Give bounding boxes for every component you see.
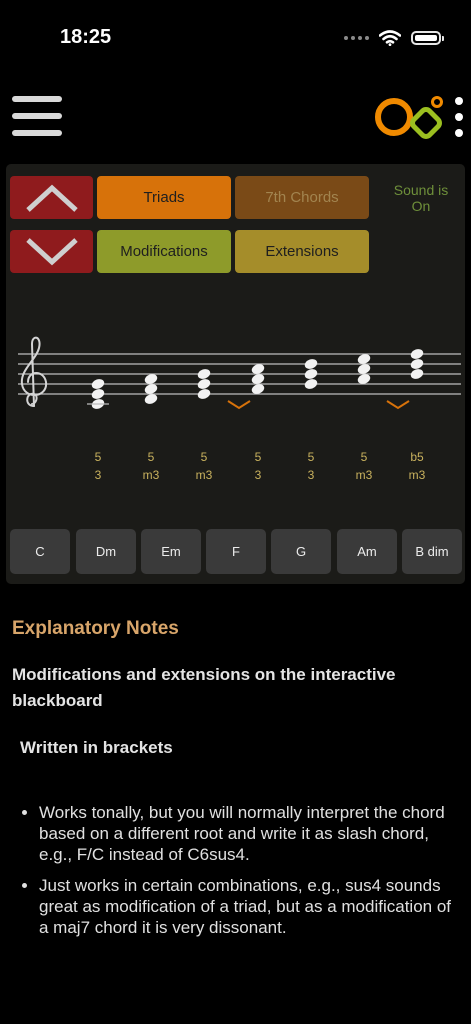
status-time: 18:25 xyxy=(60,26,112,48)
note-head xyxy=(410,359,424,369)
notes-subtitle: Modifications and extensions on the inte… xyxy=(12,665,396,710)
battery-icon xyxy=(411,31,444,45)
chord-notes[interactable] xyxy=(196,367,211,400)
interval-third: 3 xyxy=(307,468,315,482)
interval-label: 5 m3 xyxy=(131,448,171,484)
chord-notes[interactable] xyxy=(143,372,158,405)
note-head xyxy=(304,359,318,369)
note-head xyxy=(410,369,424,379)
note-head xyxy=(304,369,318,379)
status-bar: 18:25 xyxy=(0,0,471,70)
chord-button[interactable]: F xyxy=(206,529,266,574)
hamburger-menu-icon[interactable] xyxy=(12,96,64,138)
interval-label: 53 xyxy=(78,448,118,484)
interval-third: 3 xyxy=(94,468,102,482)
interval-label: 5 m3 xyxy=(184,448,224,484)
interval-fifth: 5 xyxy=(360,450,368,464)
interval-third: m3 xyxy=(195,468,213,482)
interval-fifth: 5 xyxy=(200,450,208,464)
chord-button[interactable]: B dim xyxy=(402,529,462,574)
interval-label: 53 xyxy=(238,448,278,484)
chord-notes[interactable] xyxy=(250,362,265,395)
interval-fifth: 5 xyxy=(94,450,102,464)
chord-notes[interactable] xyxy=(356,352,371,385)
treble-clef-icon xyxy=(20,336,48,407)
interval-label: 53 xyxy=(291,448,331,484)
note-head xyxy=(197,369,211,379)
chord-button[interactable]: Em xyxy=(141,529,201,574)
chord-notes[interactable] xyxy=(409,347,424,380)
interval-fifth: 5 xyxy=(307,450,315,464)
interval-label: b5 m3 xyxy=(397,448,437,484)
interval-label: 5 m3 xyxy=(344,448,384,484)
note-head xyxy=(197,379,211,389)
staff-lines xyxy=(18,353,461,395)
list-item: Works tonally, but you will normally int… xyxy=(39,802,465,865)
note-head xyxy=(91,389,105,399)
chord-button[interactable]: Dm xyxy=(76,529,136,574)
interactive-blackboard: Triads 7th Chords Modifications Extensio… xyxy=(6,164,465,584)
interval-third: m3 xyxy=(355,468,373,482)
chevron-marker-icon xyxy=(386,400,410,410)
status-icons xyxy=(344,28,444,48)
chord-button[interactable]: G xyxy=(271,529,331,574)
interval-third: m3 xyxy=(408,468,426,482)
notes-heading: Written in brackets xyxy=(20,738,173,757)
note-head xyxy=(91,379,105,389)
more-options-icon[interactable] xyxy=(452,97,466,137)
notes-title: Explanatory Notes xyxy=(12,618,179,639)
chevron-marker-icon xyxy=(227,400,251,410)
interval-fifth: b5 xyxy=(410,450,424,464)
chord-button[interactable]: C xyxy=(10,529,70,574)
list-item: Just works in certain combinations, e.g.… xyxy=(39,875,465,938)
interval-third: 3 xyxy=(254,468,262,482)
interval-fifth: 5 xyxy=(254,450,262,464)
music-staff xyxy=(18,336,461,410)
interval-third: m3 xyxy=(142,468,160,482)
wifi-icon xyxy=(379,30,401,46)
chord-notes[interactable] xyxy=(303,357,318,390)
note-head xyxy=(304,379,318,389)
signal-icon xyxy=(344,36,369,40)
app-logo xyxy=(375,96,443,139)
notes-list: Works tonally, but you will normally int… xyxy=(16,802,465,948)
interval-fifth: 5 xyxy=(147,450,155,464)
chord-button[interactable]: Am xyxy=(337,529,397,574)
note-head xyxy=(410,349,424,359)
note-head xyxy=(197,389,211,399)
